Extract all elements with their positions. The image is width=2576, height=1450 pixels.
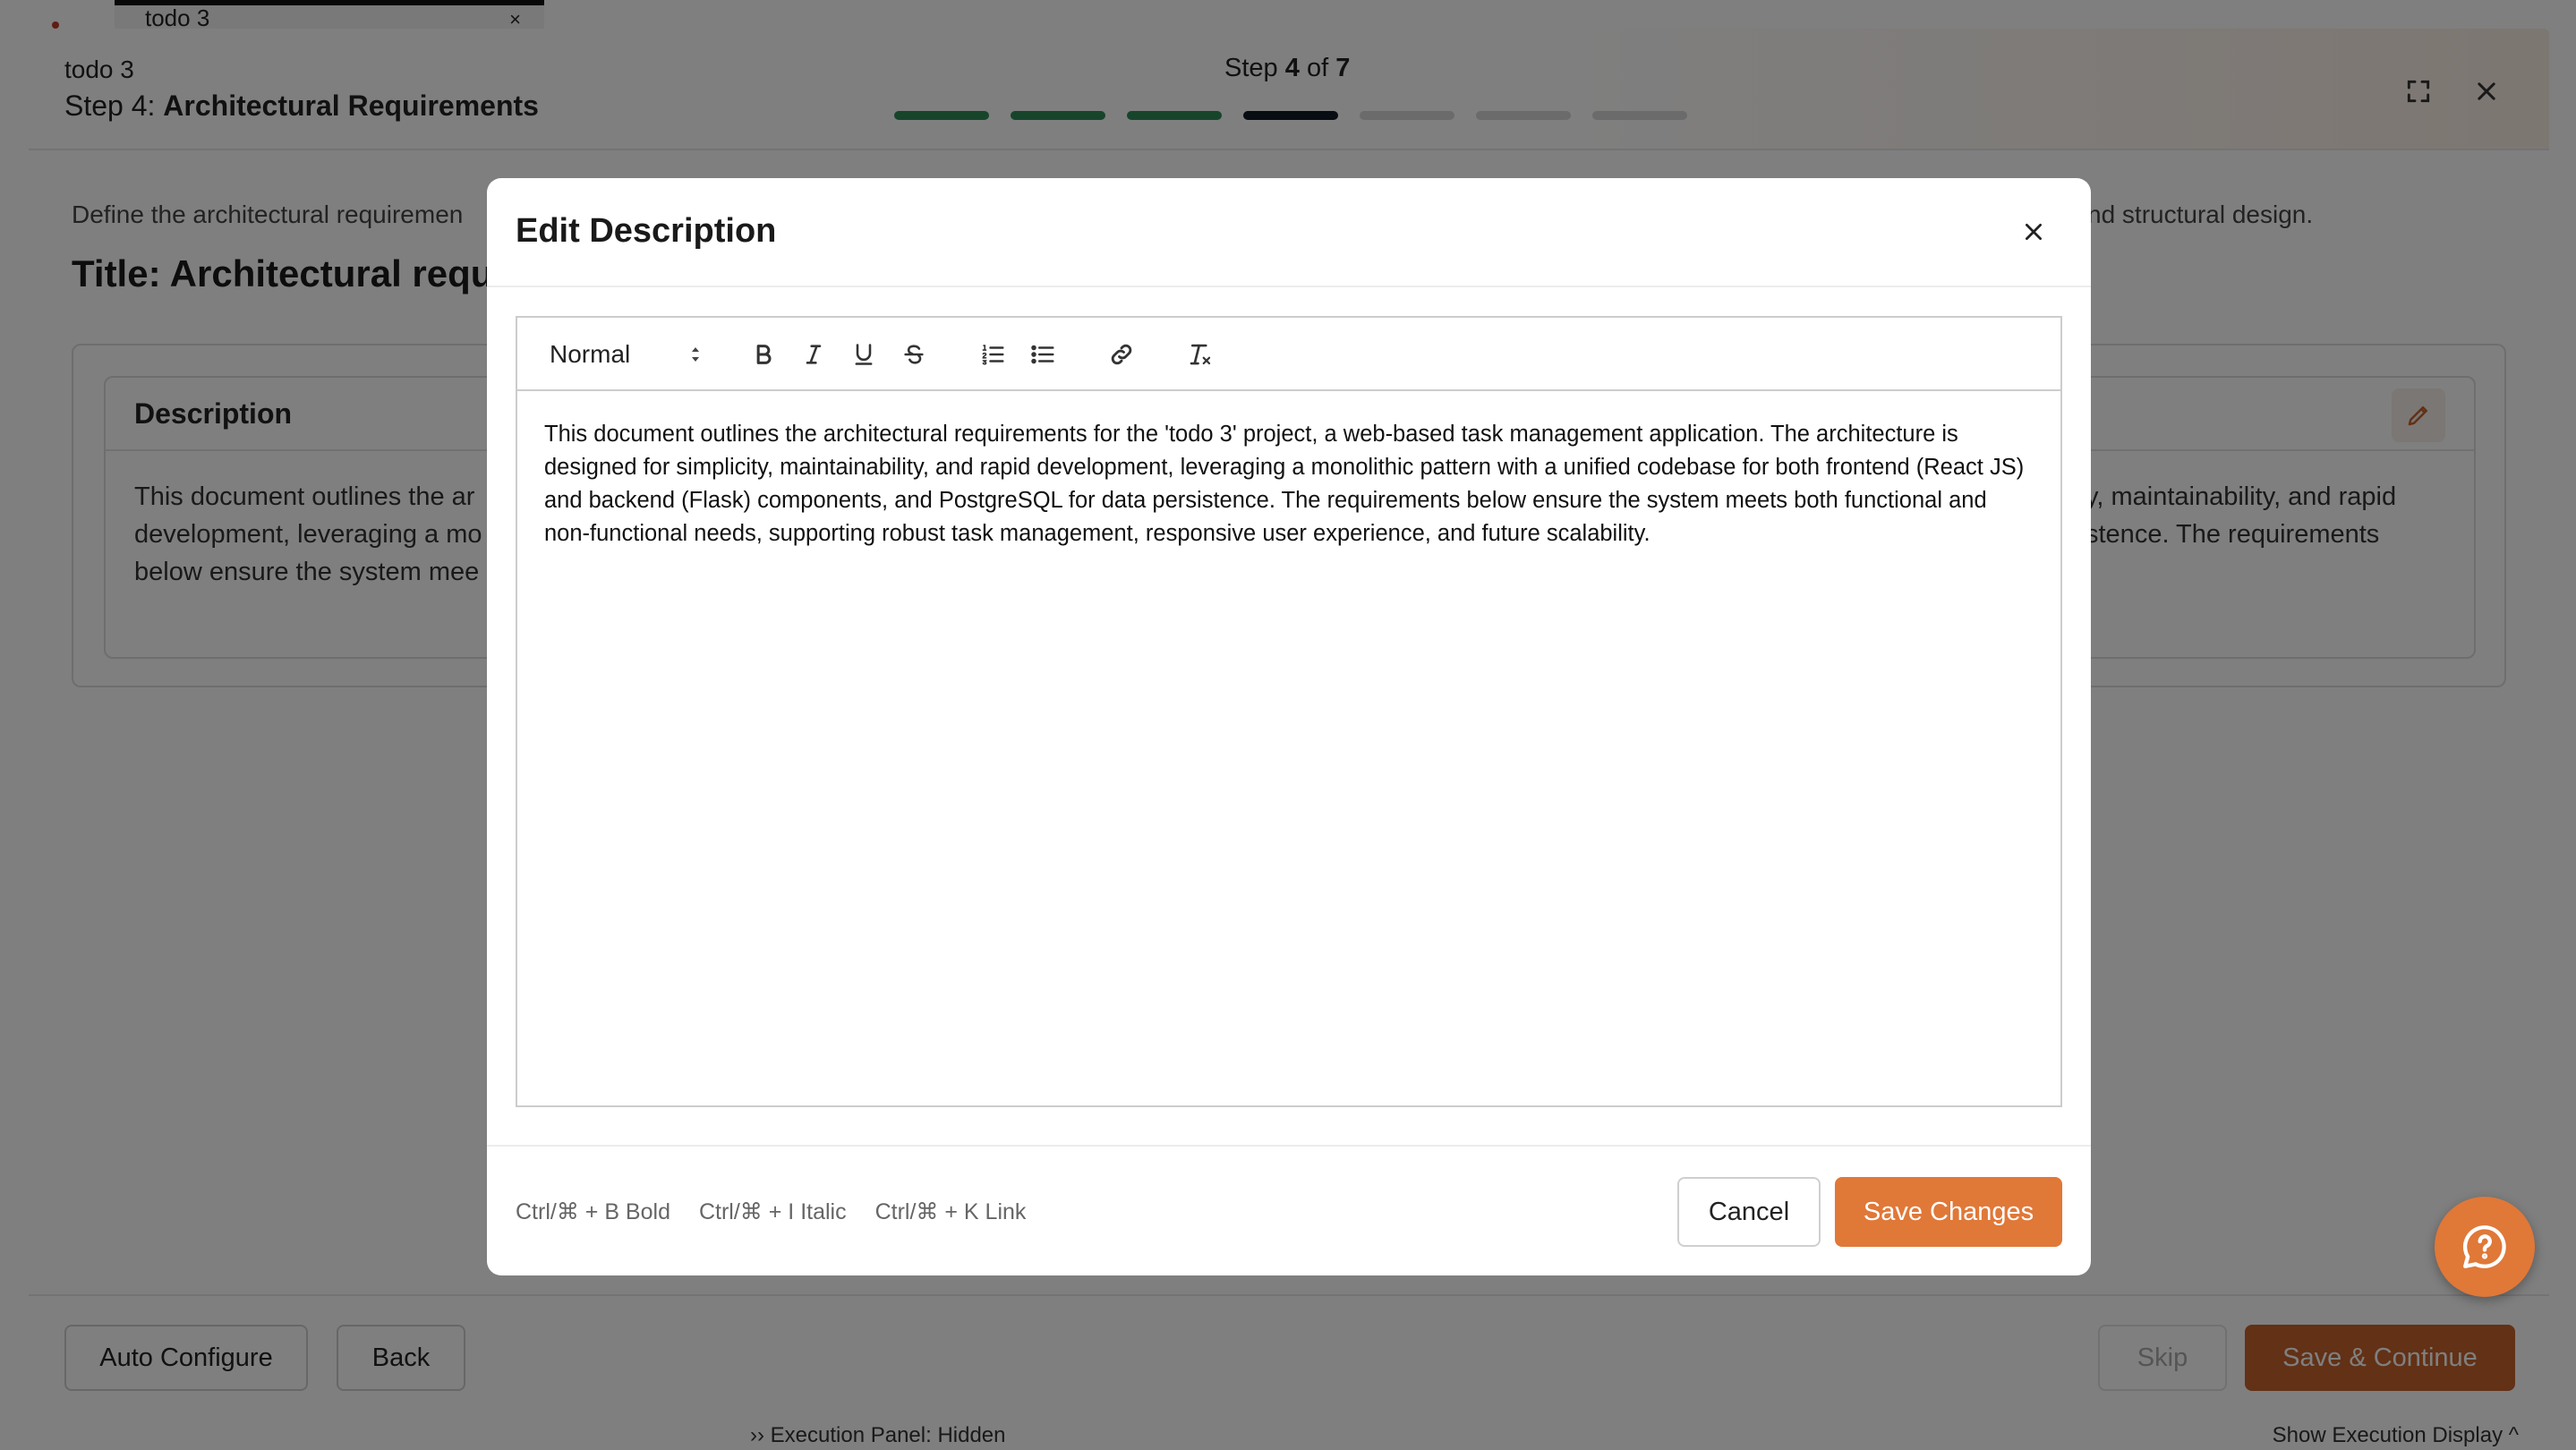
modal-header: Edit Description xyxy=(487,178,2091,287)
modal-close-button[interactable] xyxy=(2010,209,2057,255)
rich-text-editor[interactable]: Normal This document outlines the archit… xyxy=(516,316,2062,1107)
select-arrows-icon xyxy=(692,347,699,362)
link-icon xyxy=(1111,344,1132,365)
bold-icon xyxy=(756,345,772,364)
shortcut-bold: Ctrl/⌘ + B Bold xyxy=(516,1199,670,1224)
modal-title: Edit Description xyxy=(516,212,777,250)
clear-format-button[interactable] xyxy=(1181,336,1219,373)
ordered-list-icon xyxy=(982,345,1004,365)
editor-toolbar: Normal xyxy=(517,318,2060,391)
edit-description-modal: Edit Description Normal This document ou… xyxy=(487,178,2091,1275)
clear-format-icon xyxy=(1190,344,1211,365)
save-changes-button[interactable]: Save Changes xyxy=(1835,1177,2062,1247)
shortcut-italic: Ctrl/⌘ + I Italic xyxy=(698,1199,847,1224)
chat-help-icon xyxy=(2462,1225,2506,1268)
editor-content[interactable]: This document outlines the architectural… xyxy=(544,418,2034,550)
close-icon xyxy=(2026,224,2042,240)
shortcut-link: Ctrl/⌘ + K Link xyxy=(874,1199,1027,1224)
bold-button[interactable] xyxy=(745,336,782,373)
format-select[interactable]: Normal xyxy=(550,337,702,371)
format-select-value: Normal xyxy=(550,340,631,368)
italic-icon xyxy=(806,345,822,364)
strikethrough-icon xyxy=(904,345,924,364)
help-chat-button[interactable] xyxy=(2435,1197,2535,1297)
keyboard-shortcuts: Ctrl/⌘ + B Bold Ctrl/⌘ + I Italic Ctrl/⌘… xyxy=(516,1198,1026,1225)
underline-icon xyxy=(855,344,873,365)
strikethrough-button[interactable] xyxy=(895,336,933,373)
modal-footer: Ctrl/⌘ + B Bold Ctrl/⌘ + I Italic Ctrl/⌘… xyxy=(487,1145,2091,1275)
ordered-list-button[interactable] xyxy=(974,336,1011,373)
link-button[interactable] xyxy=(1103,336,1140,373)
underline-button[interactable] xyxy=(845,336,883,373)
bullet-list-button[interactable] xyxy=(1024,336,1062,373)
bullet-list-icon xyxy=(1031,345,1054,364)
italic-button[interactable] xyxy=(795,336,832,373)
cancel-button[interactable]: Cancel xyxy=(1677,1177,1821,1247)
